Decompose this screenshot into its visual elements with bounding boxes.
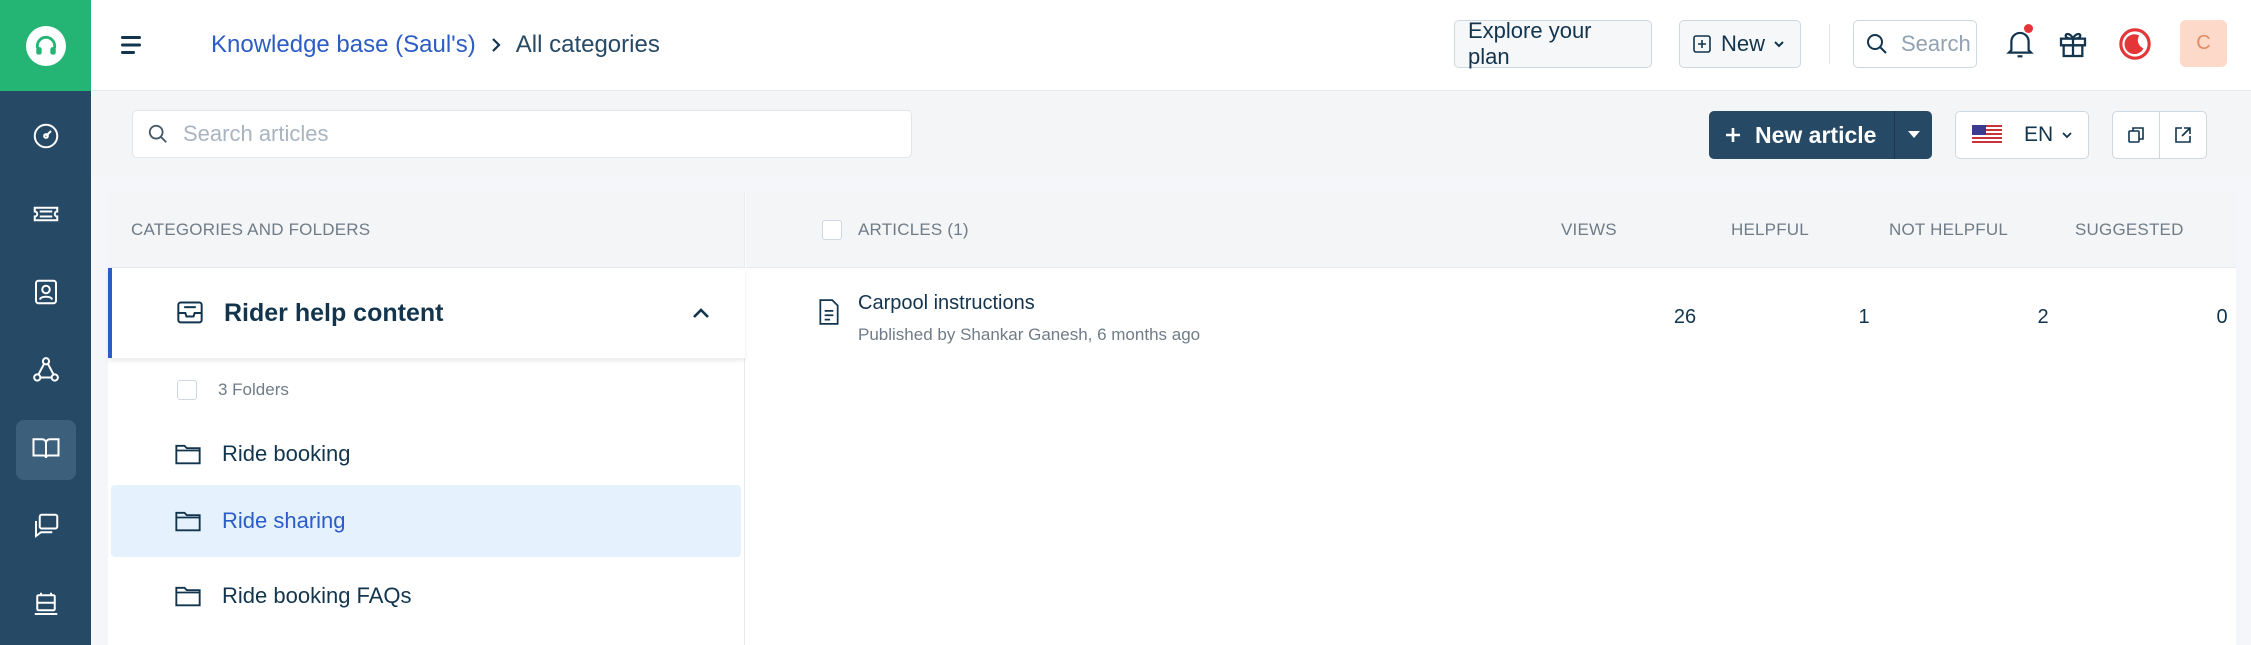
global-search-input[interactable]: Search <box>1853 20 1977 68</box>
column-header-views[interactable]: VIEWS <box>1561 192 1617 268</box>
knowledge-base-content: CATEGORIES AND FOLDERS Rider help conten… <box>108 192 2236 645</box>
new-menu-label: New <box>1721 31 1766 56</box>
folder-label: Ride booking FAQs <box>222 583 412 608</box>
bell-icon <box>2005 28 2035 60</box>
folder-icon <box>174 442 202 466</box>
new-article-button-group: New article <box>1709 111 1932 159</box>
avatar[interactable]: C <box>2180 20 2227 67</box>
global-search-placeholder: Search <box>1901 31 1971 56</box>
contacts-icon <box>31 277 61 312</box>
folder-label: Ride booking <box>222 441 351 466</box>
select-all-folders-checkbox[interactable] <box>177 380 197 400</box>
admin-icon <box>31 589 61 624</box>
inbox-icon <box>176 300 204 326</box>
folder-icon <box>174 584 202 608</box>
caret-down-icon <box>1907 131 1920 139</box>
table-row[interactable]: Carpool instructions Published by Shanka… <box>746 269 2236 365</box>
category-label: Rider help content <box>224 298 444 327</box>
categories-panel: CATEGORIES AND FOLDERS Rider help conten… <box>108 192 745 645</box>
copy-icon <box>2126 125 2146 145</box>
app-sidebar <box>0 0 91 645</box>
search-articles-input[interactable] <box>183 121 863 147</box>
sidebar-item-dashboard[interactable] <box>0 99 91 177</box>
freddy-icon <box>2118 27 2152 61</box>
explore-plan-button[interactable]: Explore your plan <box>1454 18 1652 69</box>
tickets-icon <box>31 199 61 234</box>
open-portal-button[interactable] <box>2159 111 2207 159</box>
article-title[interactable]: Carpool instructions <box>858 292 1035 315</box>
articles-panel: ARTICLES (1) VIEWS HELPFUL NOT HELPFUL S… <box>746 192 2236 645</box>
folders-count-label: 3 Folders <box>218 380 289 399</box>
groups-icon <box>31 355 61 390</box>
document-icon <box>818 299 840 325</box>
us-flag-icon <box>1972 125 2002 145</box>
copy-button[interactable] <box>2112 111 2160 159</box>
sidebar-item-groups[interactable] <box>0 333 91 411</box>
whats-new-button[interactable] <box>2053 22 2093 66</box>
gift-icon <box>2057 28 2089 60</box>
new-article-button[interactable]: New article <box>1709 111 1894 159</box>
page-title: All categories <box>515 31 660 58</box>
folder-icon <box>174 509 202 533</box>
folder-item[interactable]: Ride booking FAQs <box>111 560 741 632</box>
notification-dot <box>2024 24 2033 33</box>
breadcrumb: Knowledge base (Saul's) All categories <box>211 31 660 59</box>
breadcrumb-link[interactable]: Knowledge base (Saul's) <box>211 31 476 59</box>
sidebar-item-admin[interactable] <box>0 567 91 645</box>
articles-count-header: ARTICLES (1) <box>858 220 969 239</box>
column-header-helpful[interactable]: HELPFUL <box>1731 192 1809 268</box>
search-icon <box>1865 32 1889 56</box>
headset-icon <box>25 25 66 66</box>
search-icon <box>147 123 169 145</box>
article-helpful: 1 <box>1858 305 1870 328</box>
column-header-suggested[interactable]: SUGGESTED <box>2075 192 2184 268</box>
chevron-up-icon[interactable] <box>692 307 710 319</box>
header-divider <box>1829 24 1830 64</box>
freddy-ai-button[interactable] <box>2115 22 2155 66</box>
app-logo[interactable] <box>0 0 91 91</box>
sidebar-item-contacts[interactable] <box>0 255 91 333</box>
new-article-dropdown[interactable] <box>1894 111 1932 159</box>
folders-count: 3 Folders <box>177 380 289 400</box>
language-code: EN <box>2024 123 2054 146</box>
dashboard-icon <box>31 121 61 156</box>
add-square-icon <box>1693 35 1711 53</box>
search-articles-field[interactable] <box>132 110 912 158</box>
external-link-icon <box>2173 125 2193 145</box>
plus-icon <box>1725 127 1741 143</box>
articles-table-header: ARTICLES (1) VIEWS HELPFUL NOT HELPFUL S… <box>746 192 2236 268</box>
notifications-button[interactable] <box>2000 22 2040 66</box>
chevron-down-icon <box>2061 131 2073 139</box>
article-views: 26 <box>1673 305 1697 328</box>
new-menu-button[interactable]: New <box>1679 20 1801 68</box>
chevron-right-icon <box>490 37 502 53</box>
folder-item[interactable]: Ride sharing <box>111 485 741 557</box>
sidebar-item-conversations[interactable] <box>0 489 91 567</box>
new-article-label: New article <box>1755 121 1877 148</box>
article-meta: Published by Shankar Ganesh, 6 months ag… <box>858 325 1201 344</box>
folder-item[interactable]: Ride booking <box>111 418 741 490</box>
column-header-not-helpful[interactable]: NOT HELPFUL <box>1889 192 2008 268</box>
menu-toggle-icon[interactable] <box>117 30 147 60</box>
folder-label: Ride sharing <box>222 508 346 533</box>
chevron-down-icon <box>1773 40 1785 48</box>
language-select[interactable]: EN <box>1955 111 2089 159</box>
category-item[interactable]: Rider help content <box>108 268 745 358</box>
article-not-helpful: 2 <box>2037 305 2049 328</box>
sidebar-item-tickets[interactable] <box>0 177 91 255</box>
sidebar-item-knowledge-base[interactable] <box>0 411 91 489</box>
categories-header: CATEGORIES AND FOLDERS <box>108 192 744 268</box>
conversations-icon <box>31 511 61 546</box>
select-all-articles-checkbox[interactable] <box>822 220 842 240</box>
knowledge-base-icon <box>31 433 61 468</box>
knowledge-base-toolbar: New article EN <box>91 92 2251 176</box>
article-suggested: 0 <box>2216 305 2228 328</box>
